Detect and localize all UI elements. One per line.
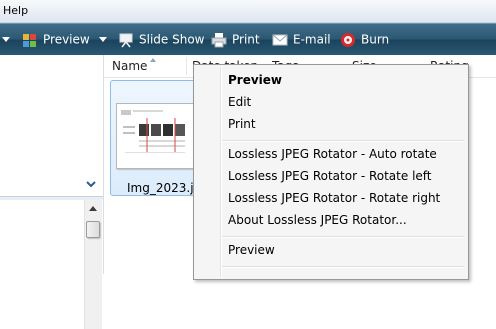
- menu-item-print[interactable]: Print: [228, 117, 256, 131]
- dropdown-arrow-icon[interactable]: [99, 30, 107, 48]
- slideshow-label: Slide Show: [139, 32, 205, 47]
- preview-label: Preview: [43, 32, 90, 47]
- thumbnail-image: [117, 104, 193, 168]
- menu-item-preview-default[interactable]: Preview: [228, 73, 282, 87]
- email-label: E-mail: [293, 32, 331, 47]
- file-item-selected[interactable]: Img_2023.jpg: [110, 80, 209, 196]
- column-name[interactable]: Name: [112, 58, 156, 73]
- slideshow-projector-icon: [119, 33, 133, 47]
- sort-ascending-icon: [150, 58, 156, 62]
- command-toolbar: Preview Slide Show Print E-mail Burn: [0, 23, 496, 56]
- menu-separator: [222, 236, 464, 238]
- scroll-up-arrow-icon[interactable]: [89, 206, 97, 211]
- menu-item-rotate-left[interactable]: Lossless JPEG Rotator - Rotate left: [228, 169, 432, 183]
- column-divider[interactable]: [186, 57, 187, 75]
- context-menu: Preview Edit Print Lossless JPEG Rotator…: [193, 64, 469, 280]
- navigation-pane: [0, 55, 104, 329]
- slideshow-button[interactable]: Slide Show: [118, 30, 204, 48]
- menu-separator: [222, 266, 464, 268]
- menu-item-rotate-right[interactable]: Lossless JPEG Rotator - Rotate right: [228, 191, 440, 205]
- preview-app-icon: [23, 33, 36, 47]
- menu-icon-gutter: [220, 67, 222, 277]
- menu-separator: [222, 140, 464, 142]
- nav-dropdown-arrow-icon[interactable]: [2, 30, 10, 48]
- menu-help[interactable]: Help: [3, 4, 28, 17]
- burn-button[interactable]: Burn: [340, 30, 389, 48]
- menu-item-edit[interactable]: Edit: [228, 95, 251, 109]
- image-thumbnail: [116, 103, 194, 169]
- burn-label: Burn: [361, 32, 390, 47]
- email-envelope-icon: [272, 34, 288, 45]
- print-button[interactable]: Print: [211, 30, 260, 48]
- favorite-links-area: [0, 55, 103, 195]
- print-label: Print: [232, 32, 260, 47]
- printer-icon: [211, 32, 227, 47]
- scrollbar-thumb[interactable]: [86, 221, 100, 238]
- chevron-down-icon[interactable]: [86, 179, 96, 189]
- menu-item-preview[interactable]: Preview: [228, 243, 275, 257]
- column-name-label: Name: [112, 59, 148, 73]
- menu-item-auto-rotate[interactable]: Lossless JPEG Rotator - Auto rotate: [228, 147, 437, 161]
- menu-item-about-rotator[interactable]: About Lossless JPEG Rotator...: [228, 213, 407, 227]
- preview-button[interactable]: Preview: [22, 30, 90, 48]
- menu-bar: Help: [0, 0, 496, 23]
- burn-disc-icon: [341, 32, 355, 47]
- email-button[interactable]: E-mail: [272, 30, 331, 48]
- folders-scrollbar[interactable]: [84, 200, 102, 329]
